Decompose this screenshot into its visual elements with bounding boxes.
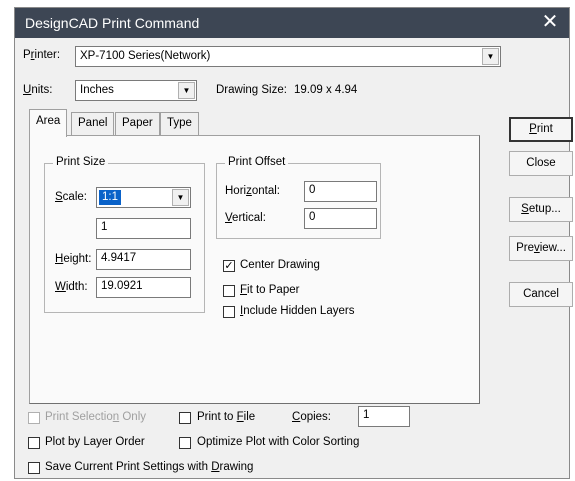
horizontal-offset-input[interactable]: 0 xyxy=(304,181,377,202)
vertical-label: Vertical: xyxy=(225,212,266,224)
print-to-file-checkbox[interactable] xyxy=(179,412,191,424)
print-button[interactable]: Print xyxy=(509,117,573,142)
chevron-down-icon[interactable]: ▼ xyxy=(178,82,195,99)
copies-label: Copies: xyxy=(292,411,331,423)
tab-type[interactable]: Type xyxy=(160,112,199,136)
copies-input[interactable]: 1 xyxy=(358,406,410,427)
print-to-file-label: Print to File xyxy=(197,411,256,423)
center-drawing-label: Center Drawing xyxy=(240,259,320,271)
printer-select[interactable]: XP-7100 Series(Network) ▼ xyxy=(75,46,501,67)
close-icon[interactable]: ✕ xyxy=(537,11,563,35)
area-tab-panel: Print Size Scale: 1:1 ▼ 1 Height: 4.9417… xyxy=(29,135,480,404)
width-label: Width: xyxy=(55,281,88,293)
plot-by-layer-order-checkbox[interactable] xyxy=(28,437,40,449)
printer-label: Printer: xyxy=(23,49,61,61)
fit-to-paper-checkbox[interactable] xyxy=(223,285,235,297)
window-title: DesignCAD Print Command xyxy=(25,15,200,31)
include-hidden-layers-label: Include Hidden Layers xyxy=(240,305,355,317)
chevron-down-icon[interactable]: ▼ xyxy=(172,189,189,206)
optimize-plot-label: Optimize Plot with Color Sorting xyxy=(197,436,360,448)
width-input[interactable]: 19.0921 xyxy=(96,277,191,298)
plot-by-layer-order-label: Plot by Layer Order xyxy=(45,436,145,448)
print-size-legend: Print Size xyxy=(53,156,109,168)
units-select-value: Inches xyxy=(80,84,114,96)
title-bar[interactable]: DesignCAD Print Command ✕ xyxy=(15,8,569,38)
setup-button[interactable]: Setup... xyxy=(509,197,573,222)
print-selection-only-label: Print Selection Only xyxy=(45,411,147,423)
print-selection-only-checkbox[interactable] xyxy=(28,412,40,424)
printer-select-value: XP-7100 Series(Network) xyxy=(80,50,211,62)
drawing-size-value: 19.09 x 4.94 xyxy=(294,84,358,96)
print-offset-group: Print Offset Horizontal: 0 Vertical: 0 xyxy=(216,156,381,239)
save-print-settings-checkbox[interactable] xyxy=(28,462,40,474)
horizontal-label: Horizontal: xyxy=(225,185,280,197)
scale-select-value: 1:1 xyxy=(99,190,121,205)
print-offset-legend: Print Offset xyxy=(225,156,289,168)
drawing-size-label: Drawing Size: xyxy=(216,84,287,96)
close-button[interactable]: Close xyxy=(509,151,573,176)
chevron-down-icon[interactable]: ▼ xyxy=(482,48,499,65)
preview-button[interactable]: Preview... xyxy=(509,236,573,261)
include-hidden-layers-checkbox[interactable] xyxy=(223,306,235,318)
height-input[interactable]: 4.9417 xyxy=(96,249,191,270)
optimize-plot-checkbox[interactable] xyxy=(179,437,191,449)
scale-label: Scale: xyxy=(55,191,87,203)
tab-paper[interactable]: Paper xyxy=(115,112,160,136)
scale-ratio-input[interactable]: 1 xyxy=(96,218,191,239)
center-drawing-checkbox[interactable]: ✓ xyxy=(223,260,235,272)
vertical-offset-input[interactable]: 0 xyxy=(304,208,377,229)
save-print-settings-label: Save Current Print Settings with Drawing xyxy=(45,461,254,473)
tab-panel[interactable]: Panel xyxy=(71,112,115,136)
print-dialog: DesignCAD Print Command ✕ Printer: XP-71… xyxy=(14,7,573,479)
cancel-button[interactable]: Cancel xyxy=(509,282,573,307)
tab-area[interactable]: Area xyxy=(29,109,68,137)
units-select[interactable]: Inches ▼ xyxy=(75,80,197,101)
units-label: Units: xyxy=(23,84,53,96)
print-size-group: Print Size Scale: 1:1 ▼ 1 Height: 4.9417… xyxy=(44,156,205,313)
fit-to-paper-label: Fit to Paper xyxy=(240,284,300,296)
check-mark-icon: ✓ xyxy=(224,260,234,272)
scale-select[interactable]: 1:1 ▼ xyxy=(96,187,191,208)
height-label: Height: xyxy=(55,253,92,265)
